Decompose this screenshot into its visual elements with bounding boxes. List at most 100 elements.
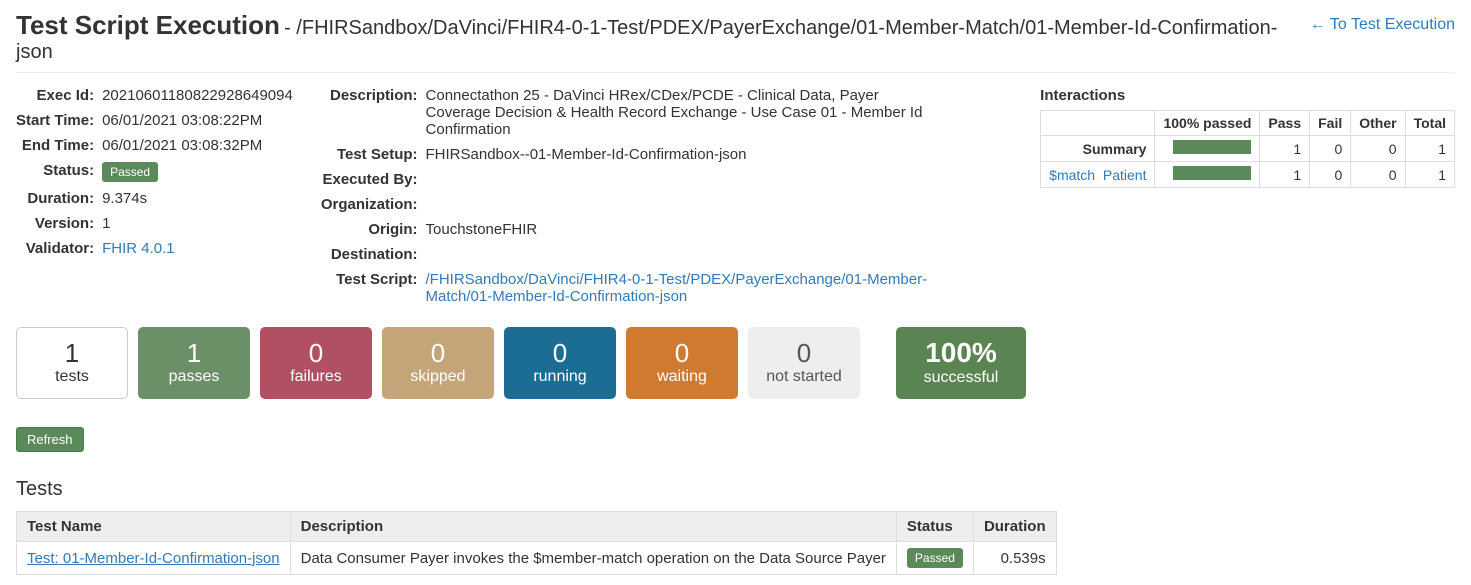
interactions-detail-other: 0 [1351, 162, 1405, 188]
exec-id-value: 20210601180822928649094 [102, 87, 293, 104]
tests-col-status: Status [896, 512, 973, 542]
interactions-summary-pass: 1 [1260, 136, 1310, 162]
progress-bar-icon [1173, 166, 1251, 180]
tile-skipped-value: 0 [431, 340, 445, 366]
arrow-left-icon: ← [1310, 16, 1326, 33]
interactions-col-other: Other [1351, 111, 1405, 136]
tile-waiting[interactable]: 0 waiting [626, 327, 738, 399]
test-desc-cell: Data Consumer Payer invokes the $member-… [290, 542, 896, 575]
executed-by-value [426, 171, 941, 188]
interactions-detail-labels: $match Patient [1041, 162, 1155, 188]
tile-not-started[interactable]: 0 not started [748, 327, 860, 399]
interactions-summary-label: Summary [1041, 136, 1155, 162]
interactions-row-summary: Summary 1 0 0 1 [1041, 136, 1455, 162]
to-test-execution-link[interactable]: ←To Test Execution [1310, 10, 1455, 34]
tile-successful-value: 100% [925, 339, 997, 367]
tile-running-value: 0 [553, 340, 567, 366]
tile-passes-label: passes [169, 368, 220, 386]
test-setup-label: Test Setup: [321, 146, 418, 163]
tile-failures-label: failures [290, 368, 342, 386]
interactions-detail-bar [1155, 162, 1260, 188]
test-name-cell: Test: 01-Member-Id-Confirmation-json [17, 542, 291, 575]
interactions-summary-other: 0 [1351, 136, 1405, 162]
tests-table: Test Name Description Status Duration Te… [16, 511, 1057, 575]
tile-tests-label: tests [55, 368, 89, 386]
test-status-cell: Passed [896, 542, 973, 575]
validator-link[interactable]: FHIR 4.0.1 [102, 240, 175, 257]
test-script-link[interactable]: /FHIRSandbox/DaVinci/FHIR4-0-1-Test/PDEX… [426, 271, 928, 305]
summary-tiles: 1 tests 1 passes 0 failures 0 skipped 0 … [16, 327, 1455, 399]
test-name-prefix: Test: [27, 550, 59, 567]
test-name-text: 01-Member-Id-Confirmation-json [63, 550, 280, 567]
tile-not-started-label: not started [766, 368, 842, 386]
tile-running[interactable]: 0 running [504, 327, 616, 399]
description-value: Connectathon 25 - DaVinci HRex/CDex/PCDE… [426, 87, 941, 138]
organization-label: Organization: [321, 196, 418, 213]
status-label: Status: [16, 162, 94, 182]
test-name-link[interactable]: Test: 01-Member-Id-Confirmation-json [27, 550, 280, 567]
tile-waiting-label: waiting [657, 368, 707, 386]
tests-heading: Tests [16, 478, 1455, 501]
tile-waiting-value: 0 [675, 340, 689, 366]
page-header: Test Script Execution - /FHIRSandbox/DaV… [16, 10, 1455, 73]
interactions-col-passed: 100% passed [1155, 111, 1260, 136]
interactions-summary-bar [1155, 136, 1260, 162]
left-metadata: Exec Id: 20210601180822928649094 Start T… [16, 87, 293, 257]
status-badge: Passed [102, 162, 158, 182]
refresh-button[interactable]: Refresh [16, 427, 84, 452]
duration-value: 9.374s [102, 190, 293, 207]
duration-label: Duration: [16, 190, 94, 207]
tile-passes-value: 1 [187, 340, 201, 366]
tile-failures[interactable]: 0 failures [260, 327, 372, 399]
tile-failures-value: 0 [309, 340, 323, 366]
organization-value [426, 196, 941, 213]
status-value: Passed [102, 162, 293, 182]
interactions-col-fail: Fail [1310, 111, 1351, 136]
progress-bar-icon [1173, 140, 1251, 154]
interactions-row-detail: $match Patient 1 0 0 1 [1041, 162, 1455, 188]
destination-label: Destination: [321, 246, 418, 263]
end-time-value: 06/01/2021 03:08:32PM [102, 137, 293, 154]
tile-skipped-label: skipped [410, 368, 465, 386]
tile-running-label: running [533, 368, 586, 386]
interactions-detail-total: 1 [1405, 162, 1454, 188]
page-title: Test Script Execution [16, 10, 280, 40]
interactions-col-total: Total [1405, 111, 1454, 136]
tests-col-duration: Duration [973, 512, 1056, 542]
tile-successful-label: successful [924, 369, 999, 387]
exec-id-label: Exec Id: [16, 87, 94, 104]
page-title-wrap: Test Script Execution - /FHIRSandbox/DaV… [16, 10, 1310, 64]
tile-not-started-value: 0 [797, 340, 811, 366]
validator-value: FHIR 4.0.1 [102, 240, 293, 257]
interactions-detail-fail: 0 [1310, 162, 1351, 188]
interactions-match-link[interactable]: $match [1049, 167, 1095, 183]
tile-tests-value: 1 [65, 340, 79, 366]
interactions-table: 100% passed Pass Fail Other Total Summar… [1040, 110, 1455, 188]
interactions-summary-total: 1 [1405, 136, 1454, 162]
test-script-label: Test Script: [321, 271, 418, 305]
version-label: Version: [16, 215, 94, 232]
tile-successful: 100% successful [896, 327, 1026, 399]
mid-metadata: Description: Connectathon 25 - DaVinci H… [321, 87, 941, 305]
interactions-patient-link[interactable]: Patient [1103, 167, 1147, 183]
interactions-summary-fail: 0 [1310, 136, 1351, 162]
interactions-heading: Interactions [1040, 87, 1455, 104]
interactions-detail-pass: 1 [1260, 162, 1310, 188]
origin-value: TouchstoneFHIR [426, 221, 941, 238]
summary-area: Exec Id: 20210601180822928649094 Start T… [16, 87, 1455, 305]
start-time-value: 06/01/2021 03:08:22PM [102, 112, 293, 129]
to-test-execution-label: To Test Execution [1330, 16, 1455, 33]
interactions-col-pass: Pass [1260, 111, 1310, 136]
test-setup-value: FHIRSandbox--01-Member-Id-Confirmation-j… [426, 146, 941, 163]
table-row: Test: 01-Member-Id-Confirmation-json Dat… [17, 542, 1057, 575]
origin-label: Origin: [321, 221, 418, 238]
tile-tests[interactable]: 1 tests [16, 327, 128, 399]
tests-col-name: Test Name [17, 512, 291, 542]
start-time-label: Start Time: [16, 112, 94, 129]
test-status-badge: Passed [907, 548, 963, 568]
tile-skipped[interactable]: 0 skipped [382, 327, 494, 399]
destination-value [426, 246, 941, 263]
executed-by-label: Executed By: [321, 171, 418, 188]
tile-passes[interactable]: 1 passes [138, 327, 250, 399]
end-time-label: End Time: [16, 137, 94, 154]
